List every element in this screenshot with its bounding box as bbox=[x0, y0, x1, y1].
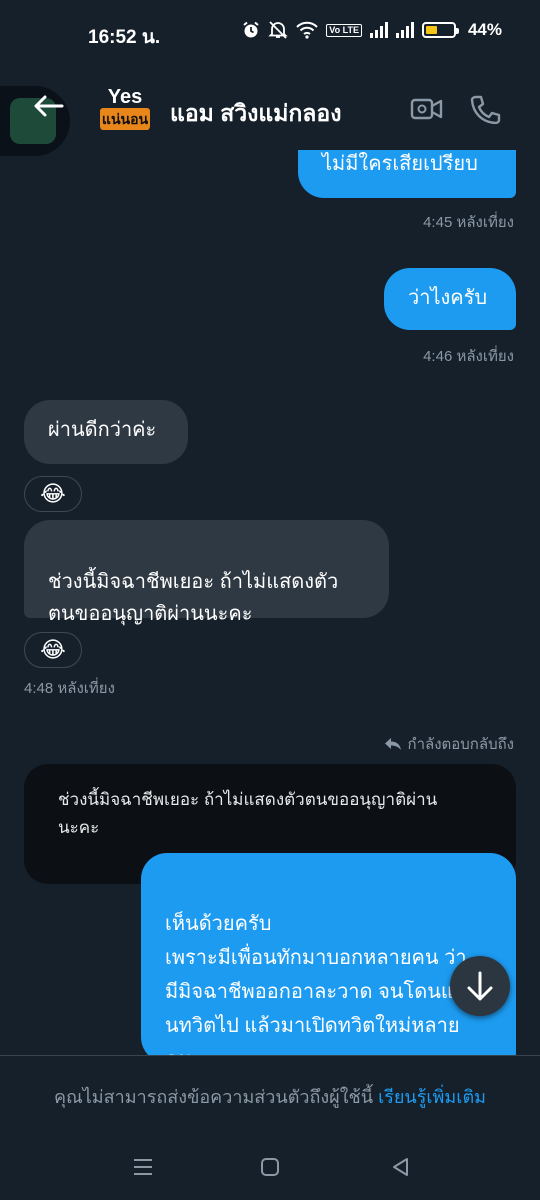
message-text: ช่วงนี้มิจฉาชีพเยอะ ถ้าไม่แสดงตัว ตนขออน… bbox=[48, 571, 339, 625]
alarm-icon bbox=[243, 21, 259, 38]
status-time: 16:52 น. bbox=[88, 27, 161, 48]
message-text: ไม่มีใครเสียเปรียบ bbox=[322, 153, 478, 175]
message-bubble-incoming[interactable]: ช่วงนี้มิจฉาชีพเยอะ ถ้าไม่แสดงตัว ตนขออน… bbox=[24, 520, 389, 625]
message-list[interactable]: ไม่มีใครเสียเปรียบ 4:45 หลังเที่ยง ว่าไง… bbox=[0, 150, 540, 1055]
scroll-to-bottom-button[interactable] bbox=[450, 956, 510, 1016]
reply-label: กำลังตอบกลับถึง bbox=[407, 736, 515, 753]
recents-icon[interactable] bbox=[130, 1154, 156, 1180]
reaction-badge[interactable]: 😂 bbox=[24, 632, 82, 668]
message-timestamp: 4:45 หลังเที่ยง bbox=[423, 214, 514, 231]
back-icon[interactable] bbox=[388, 1154, 414, 1180]
wifi-icon bbox=[296, 21, 319, 39]
status-bar: 16:52 น. Vo LTE 44% bbox=[0, 0, 540, 68]
learn-more-link[interactable]: เรียนรู้เพิ่มเติม bbox=[378, 1087, 486, 1107]
system-nav-bar bbox=[0, 1140, 540, 1200]
volte-icon: Vo LTE bbox=[326, 23, 362, 37]
notice-text: คุณไม่สามารถส่งข้อความส่วนตัวถึงผู้ใช้นี… bbox=[54, 1087, 374, 1107]
avatar[interactable]: Yes แน่นอน bbox=[100, 86, 150, 132]
reply-arrow-icon bbox=[384, 738, 401, 750]
composer-divider bbox=[0, 1055, 540, 1056]
reaction-badge[interactable]: 😂 bbox=[24, 476, 82, 512]
signal-icon bbox=[369, 22, 388, 38]
signal-icon-2 bbox=[395, 22, 414, 38]
quoted-text: ช่วงนี้มิจฉาชีพเยอะ ถ้าไม่แสดงตัวตนขออนุ… bbox=[58, 790, 438, 837]
dm-restriction-notice: คุณไม่สามารถส่งข้อความส่วนตัวถึงผู้ใช้นี… bbox=[0, 1082, 540, 1111]
status-icons: Vo LTE 44% bbox=[242, 20, 502, 40]
avatar-bottom-text: แน่นอน bbox=[100, 108, 150, 130]
home-icon[interactable] bbox=[257, 1154, 283, 1180]
laughing-emoji-icon: 😂 bbox=[40, 481, 66, 506]
video-call-icon[interactable] bbox=[410, 94, 444, 124]
message-text: ว่าไงครับ bbox=[408, 287, 488, 309]
mute-icon bbox=[268, 21, 288, 39]
battery-icon bbox=[421, 22, 459, 38]
message-timestamp: 4:46 หลังเที่ยง bbox=[423, 348, 514, 365]
reply-indicator: กำลังตอบกลับถึง bbox=[384, 732, 515, 756]
message-text: เห็นด้วยครับ เพราะมีเพื่อนทักมาบอกหลายคน… bbox=[165, 913, 467, 1055]
message-text: ผ่านดีกว่าค่ะ bbox=[48, 419, 157, 441]
conversation-name[interactable]: แอม สวิงแม่กลอง bbox=[170, 96, 341, 132]
back-arrow-icon[interactable] bbox=[32, 94, 64, 118]
message-bubble-incoming[interactable]: ผ่านดีกว่าค่ะ bbox=[24, 400, 188, 464]
message-timestamp: 4:48 หลังเที่ยง bbox=[24, 680, 115, 697]
message-bubble-outgoing[interactable]: ว่าไงครับ bbox=[384, 268, 516, 330]
conversation-header: Yes แน่นอน แอม สวิงแม่กลอง bbox=[0, 68, 540, 156]
avatar-top-text: Yes bbox=[107, 86, 143, 108]
arrow-down-icon bbox=[467, 971, 493, 1001]
battery-percent: 44% bbox=[467, 20, 502, 39]
message-bubble-outgoing-reply[interactable]: เห็นด้วยครับ เพราะมีเพื่อนทักมาบอกหลายคน… bbox=[141, 853, 516, 1055]
message-bubble-outgoing[interactable]: ไม่มีใครเสียเปรียบ bbox=[298, 150, 516, 198]
laughing-emoji-icon: 😂 bbox=[40, 637, 66, 662]
phone-icon[interactable] bbox=[468, 94, 502, 124]
